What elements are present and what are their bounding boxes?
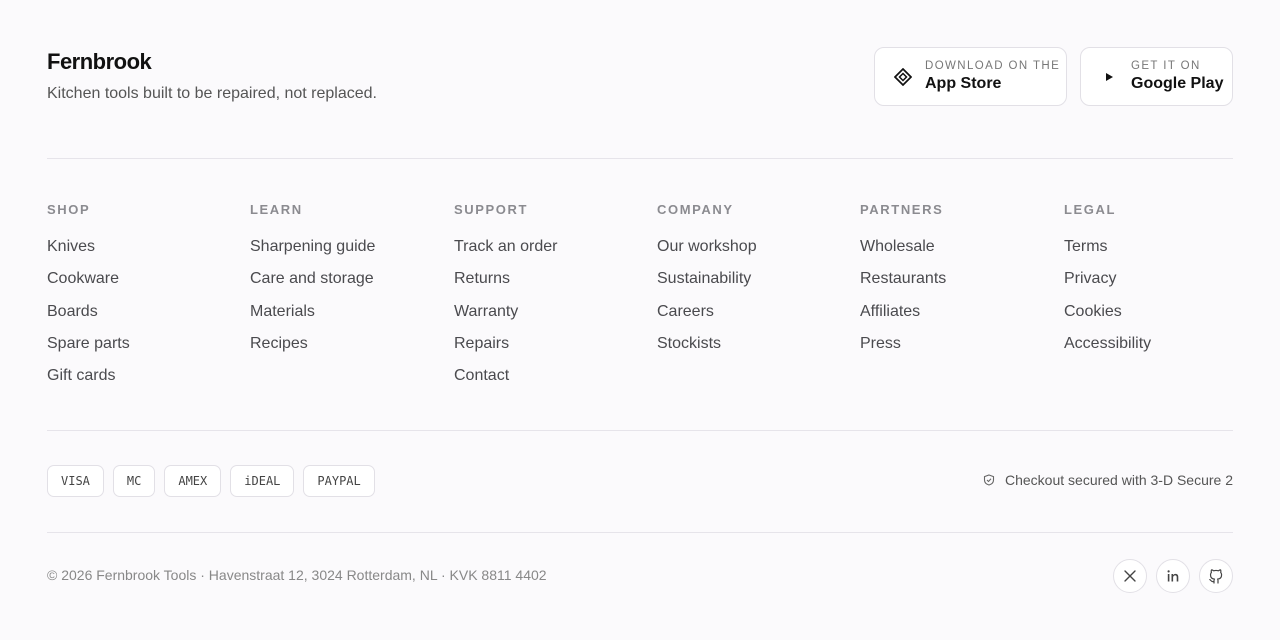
social-link-x[interactable] <box>1113 559 1147 593</box>
payment-badge-visa: VISA <box>47 465 104 497</box>
footer-link-boards[interactable]: Boards <box>47 303 98 320</box>
column-heading: SUPPORT <box>454 202 529 217</box>
footer-column-partners: PARTNERS Wholesale Restaurants Affiliate… <box>860 202 1050 367</box>
footer-link-repairs[interactable]: Repairs <box>454 335 509 352</box>
footer-link-contact[interactable]: Contact <box>454 367 509 384</box>
footer-link-sharpening-guide[interactable]: Sharpening guide <box>250 238 375 255</box>
footer-link-press[interactable]: Press <box>860 335 901 352</box>
footer-link-stockists[interactable]: Stockists <box>657 335 721 352</box>
footer-column-legal: LEGAL Terms Privacy Cookies Accessibilit… <box>1064 202 1254 367</box>
x-icon <box>1123 569 1137 583</box>
divider <box>47 532 1233 533</box>
divider <box>47 430 1233 431</box>
footer: Fernbrook Kitchen tools built to be repa… <box>47 0 1233 640</box>
footer-link-wholesale[interactable]: Wholesale <box>860 238 935 255</box>
footer-column-shop: SHOP Knives Cookware Boards Spare parts … <box>47 202 237 399</box>
secure-checkout-text: Checkout secured with 3-D Secure 2 <box>1005 472 1233 488</box>
payment-badge-mastercard: MC <box>112 465 156 497</box>
footer-link-terms[interactable]: Terms <box>1064 238 1108 255</box>
brand-tagline: Kitchen tools built to be repaired, not … <box>47 85 377 102</box>
linkedin-icon <box>1166 569 1180 583</box>
footer-link-careers[interactable]: Careers <box>657 303 714 320</box>
footer-link-affiliates[interactable]: Affiliates <box>860 303 920 320</box>
copyright-text: © 2026 Fernbrook Tools · Havenstraat 12,… <box>47 567 547 583</box>
payment-badge-paypal: PAYPAL <box>303 465 375 497</box>
footer-link-care-and-storage[interactable]: Care and storage <box>250 270 374 287</box>
column-heading: LEARN <box>250 202 303 217</box>
payment-badge-ideal: iDEAL <box>230 465 295 497</box>
secure-checkout-note: Checkout secured with 3-D Secure 2 <box>983 472 1233 488</box>
footer-link-gift-cards[interactable]: Gift cards <box>47 367 115 384</box>
column-heading: LEGAL <box>1064 202 1117 217</box>
column-heading: SHOP <box>47 202 91 217</box>
shield-check-icon <box>983 474 995 486</box>
google-play-small-label: GET IT ON <box>1131 59 1201 72</box>
footer-column-learn: LEARN Sharpening guide Care and storage … <box>250 202 440 367</box>
footer-link-our-workshop[interactable]: Our workshop <box>657 238 757 255</box>
play-icon <box>1100 68 1118 86</box>
footer-column-company: COMPANY Our workshop Sustainability Care… <box>657 202 847 367</box>
footer-column-support: SUPPORT Track an order Returns Warranty … <box>454 202 644 399</box>
app-store-icon <box>894 67 912 86</box>
divider <box>47 158 1233 159</box>
github-icon <box>1208 568 1224 584</box>
footer-link-track-order[interactable]: Track an order <box>454 238 557 255</box>
app-store-button[interactable]: DOWNLOAD ON THE App Store <box>874 47 1067 106</box>
payment-badge-amex: AMEX <box>164 465 222 497</box>
social-links <box>1113 559 1233 593</box>
column-heading: COMPANY <box>657 202 734 217</box>
google-play-button[interactable]: GET IT ON Google Play <box>1080 47 1233 106</box>
social-link-linkedin[interactable] <box>1156 559 1190 593</box>
footer-link-recipes[interactable]: Recipes <box>250 335 308 352</box>
footer-link-privacy[interactable]: Privacy <box>1064 270 1116 287</box>
brand-name[interactable]: Fernbrook <box>47 49 152 75</box>
payment-methods: VISA MC AMEX iDEAL PAYPAL <box>47 465 375 497</box>
footer-link-accessibility[interactable]: Accessibility <box>1064 335 1151 352</box>
footer-link-restaurants[interactable]: Restaurants <box>860 270 946 287</box>
footer-link-cookies[interactable]: Cookies <box>1064 303 1122 320</box>
footer-link-cookware[interactable]: Cookware <box>47 270 119 287</box>
google-play-label: Google Play <box>1131 74 1224 92</box>
footer-link-sustainability[interactable]: Sustainability <box>657 270 751 287</box>
footer-link-returns[interactable]: Returns <box>454 270 510 287</box>
app-store-label: App Store <box>925 74 1002 92</box>
social-link-github[interactable] <box>1199 559 1233 593</box>
footer-link-warranty[interactable]: Warranty <box>454 303 518 320</box>
footer-link-spare-parts[interactable]: Spare parts <box>47 335 130 352</box>
footer-link-materials[interactable]: Materials <box>250 303 315 320</box>
footer-link-knives[interactable]: Knives <box>47 238 95 255</box>
column-heading: PARTNERS <box>860 202 944 217</box>
app-store-small-label: DOWNLOAD ON THE <box>925 59 1061 72</box>
